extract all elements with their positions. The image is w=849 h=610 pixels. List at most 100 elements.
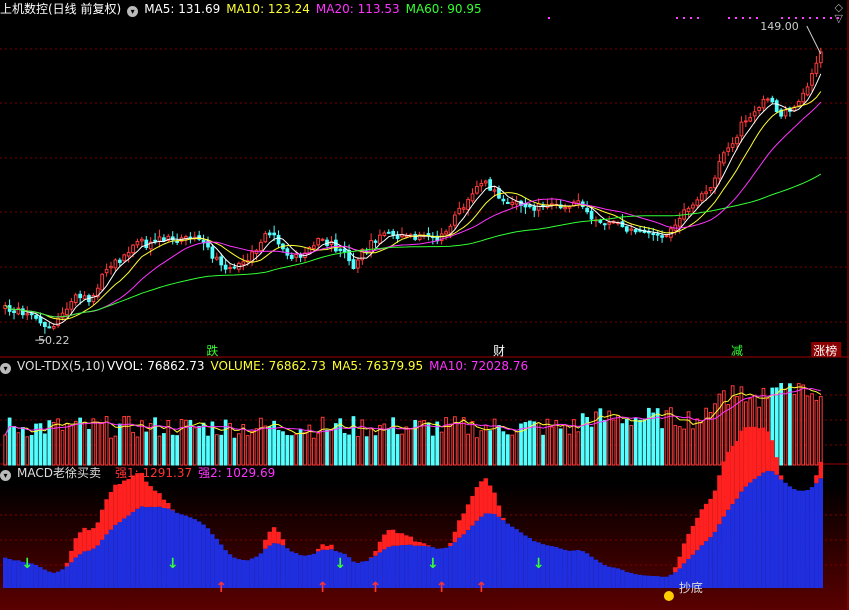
macd-blue-bar	[139, 506, 145, 588]
candle	[677, 217, 682, 227]
macd-blue-bar	[554, 546, 559, 588]
macd-blue-bar	[382, 549, 387, 588]
macd-blue-bar	[673, 572, 678, 588]
macd-red-bar	[726, 451, 731, 510]
macd-red-bar	[91, 528, 96, 549]
macd-blue-bar	[227, 554, 233, 588]
candle	[757, 107, 761, 111]
dropdown-icon[interactable]: ▾	[0, 470, 11, 481]
volume-bar	[131, 431, 135, 466]
candle	[444, 231, 448, 235]
macd-blue-bar	[241, 559, 246, 588]
volume-bar	[779, 383, 783, 466]
volume-bar	[20, 427, 25, 466]
top-marker	[830, 17, 832, 19]
volume-bar	[69, 424, 74, 466]
stock-name-title: 上机数控(日线 前复权)	[0, 2, 122, 16]
volume-bar	[814, 399, 819, 466]
macd-blue-bar	[38, 567, 43, 588]
macd-blue-bar	[589, 556, 594, 588]
volume-bar	[475, 437, 479, 466]
volume-bar	[611, 419, 616, 466]
candle	[488, 179, 493, 191]
macd-red-bar	[699, 509, 704, 546]
volume-bar	[788, 383, 792, 466]
volume-bar	[470, 421, 475, 466]
macd-blue-bar	[792, 489, 797, 588]
volume-bar	[65, 423, 69, 466]
main-panel-header: 上机数控(日线 前复权) ▾ MA5: 131.69 MA10: 123.24 MA20…	[0, 1, 488, 18]
macd-red-bar	[708, 498, 713, 538]
macd-red-bar	[69, 550, 74, 563]
macd-blue-bar	[483, 513, 488, 588]
volume-bar	[576, 431, 581, 466]
macd-red-bar	[144, 481, 149, 508]
candle	[126, 251, 131, 257]
top-marker	[728, 17, 730, 19]
vol-ma5-label: MA5: 76379.95	[331, 359, 424, 373]
volume-bar	[245, 435, 250, 466]
macd-blue-bar	[152, 507, 158, 588]
macd-blue-bar	[748, 482, 753, 588]
macd-blue-bar	[664, 576, 669, 588]
macd-blue-bar	[7, 559, 12, 588]
volume-bar	[545, 418, 550, 466]
candle	[510, 201, 515, 205]
macd-blue-bar	[108, 529, 114, 588]
macd-blue-bar	[360, 561, 365, 588]
candle	[505, 201, 510, 204]
candle	[629, 228, 634, 231]
volume-bar	[695, 418, 700, 466]
macd-blue-bar	[113, 524, 118, 588]
volume-bar	[113, 435, 118, 466]
macd-blue-bar	[726, 509, 731, 588]
candle	[135, 240, 140, 246]
expand-icon[interactable]: ▽	[835, 12, 843, 25]
candle	[461, 207, 466, 210]
macd-blue-bar	[523, 535, 528, 588]
candle	[223, 264, 228, 270]
candle	[743, 120, 748, 123]
macd-blue-bar	[307, 554, 312, 588]
volume-bar	[501, 431, 506, 466]
macd-red-bar	[774, 457, 779, 475]
dropdown-icon[interactable]: ▾	[0, 363, 11, 374]
buy-arrow-icon: ↑	[436, 580, 448, 596]
macd-blue-bar	[346, 557, 352, 588]
candle	[259, 241, 263, 252]
macd-blue-bar	[99, 539, 105, 588]
macd-red-bar	[474, 487, 480, 521]
vol-ma10-label: MA10: 72028.76	[429, 359, 529, 373]
candle	[717, 161, 722, 179]
volume-bar	[633, 418, 638, 466]
candle	[131, 244, 135, 254]
macd-blue-bar	[196, 521, 202, 588]
candle	[655, 233, 660, 236]
stock-chart-canvas: 149.00 50.22 跌 财 减 涨榜 ↓ ↓ ↓ ↓ ↓ ↑ ↑ ↑ ↑ ↑ 抄底	[0, 0, 849, 610]
candle	[113, 259, 118, 269]
candle	[695, 199, 700, 206]
dropdown-icon[interactable]: ▾	[127, 6, 139, 17]
volume-bar	[554, 420, 559, 466]
candle	[378, 234, 382, 244]
macd-red-bar	[501, 517, 506, 521]
volume-bar	[818, 396, 823, 466]
macd-blue-bar	[800, 490, 806, 588]
top-marker	[809, 17, 811, 19]
sell-arrow-icon: ↓	[533, 556, 545, 572]
candle	[25, 313, 30, 316]
volume-bar	[82, 421, 87, 466]
macd-blue-bar	[708, 537, 713, 588]
volume-bar	[589, 426, 594, 466]
volume-bar	[351, 416, 356, 466]
macd-blue-bar	[651, 575, 656, 588]
volume-bar	[558, 428, 563, 466]
macd-red-bar	[413, 541, 418, 546]
volume-bar	[691, 428, 695, 466]
macd-blue-bar	[756, 475, 762, 588]
top-marker	[756, 17, 758, 19]
volume-bar	[95, 421, 100, 466]
macd-red-bar	[95, 522, 100, 546]
macd-blue-bar	[514, 529, 519, 588]
macd-blue-bar	[413, 545, 418, 588]
